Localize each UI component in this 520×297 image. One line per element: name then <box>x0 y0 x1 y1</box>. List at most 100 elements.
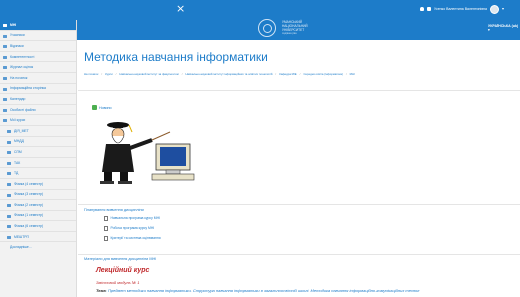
sidebar-item-label[interactable]: Відзнаки <box>10 44 24 48</box>
course-icon <box>7 140 11 144</box>
top-navbar: × Усенко Валентина Валентинівна УМАНСЬКИ… <box>0 0 520 40</box>
university-logo[interactable] <box>258 19 276 37</box>
breadcrumb-item[interactable]: Середня освіта (Інформатика) <box>303 72 342 76</box>
file-icon <box>104 216 108 221</box>
lecture-course-heading: Лекційний курс <box>96 267 150 274</box>
divider <box>78 204 520 205</box>
notifications-icon[interactable] <box>420 7 424 11</box>
nav-icon <box>3 119 7 123</box>
file-icon <box>104 236 108 241</box>
sidebar-item[interactable]: Відзнаки <box>0 41 76 52</box>
sidebar-item-label[interactable]: Фізика (4 семестр) <box>14 182 43 186</box>
sidebar-item[interactable]: МЕШТРП <box>0 232 76 243</box>
sidebar-item[interactable]: Учасники <box>0 31 76 42</box>
sidebar-item[interactable]: Особисті файли <box>0 105 76 116</box>
language-menu[interactable]: УКРАЇНСЬКА (uk) ▾ <box>488 24 520 32</box>
nav-icon <box>3 66 7 70</box>
sidebar-item[interactable]: Фізика (2 семестр) <box>0 200 76 211</box>
sidebar-item-label[interactable]: Фізика (2 семестр) <box>14 203 43 207</box>
resource-link[interactable]: Критерії та система оцінювання <box>104 236 161 241</box>
sidebar-item-label[interactable]: СПМ <box>14 150 22 154</box>
messages-icon[interactable] <box>427 7 431 11</box>
sidebar-item-label[interactable]: Календар <box>10 97 25 101</box>
sidebar-item[interactable]: ТД <box>0 168 76 179</box>
sidebar-item[interactable]: Фізика (6 семестр) <box>0 221 76 232</box>
close-icon[interactable]: × <box>176 3 185 14</box>
sidebar-item[interactable]: СПМ <box>0 147 76 158</box>
sidebar-item[interactable]: Журнал оцінок <box>0 62 76 73</box>
nav-icon <box>3 45 7 49</box>
breadcrumb-separator: / <box>299 72 301 76</box>
sidebar-item-label[interactable]: Особисті файли <box>10 108 35 112</box>
sidebar-item-label[interactable]: Компетентності <box>10 55 34 59</box>
breadcrumb: На початок / Курси / Навчально-науковий інст… <box>84 72 516 76</box>
sidebar-item-label[interactable]: ТАК <box>14 161 20 165</box>
section-title-planning: Планування вивчення дисципліни <box>84 208 144 212</box>
module-label: Змістовий модуль № 1 <box>96 280 140 285</box>
sidebar-item[interactable]: Фізика (3 семестр) <box>0 190 76 201</box>
nav-icon <box>3 98 7 102</box>
breadcrumb-item[interactable]: МНІ <box>350 72 355 76</box>
breadcrumb-separator: / <box>275 72 277 76</box>
resource-link[interactable]: Робоча програма курсу МНІ <box>104 226 154 231</box>
sidebar-item[interactable]: ТАК <box>0 158 76 169</box>
page-title: Методика навчання інформатики <box>84 50 268 64</box>
course-icon <box>7 129 11 133</box>
sidebar-item[interactable]: ДІЯ_МЕТ <box>0 126 76 137</box>
sidebar-item-label[interactable]: Фізика (3 семестр) <box>14 192 43 196</box>
sidebar-item-label[interactable]: МНІ <box>10 23 16 27</box>
sidebar-item-label[interactable]: ДІЯ_МЕТ <box>14 129 29 133</box>
sidebar-item-label[interactable]: МНДД <box>14 139 24 143</box>
sidebar-item-label[interactable]: Учасники <box>10 33 25 37</box>
avatar[interactable] <box>489 4 499 14</box>
sidebar-item[interactable]: МНІ <box>0 20 76 31</box>
breadcrumb-item[interactable]: Курси <box>105 72 113 76</box>
breadcrumb-item[interactable]: Навчально-науковий інститут за факультет… <box>119 72 178 76</box>
course-icon <box>7 161 11 165</box>
course-icon <box>7 182 11 186</box>
resource-link[interactable]: Навчальна програма курсу МНІ <box>104 216 160 221</box>
sidebar-item[interactable]: Фізика (1 семестр) <box>0 211 76 222</box>
nav-icon <box>3 34 7 38</box>
sidebar-more-link[interactable]: Докладніше... <box>0 242 76 252</box>
breadcrumb-separator: / <box>101 72 103 76</box>
breadcrumb-item[interactable]: Навчально-науковий інститут інформаційни… <box>186 72 273 76</box>
sidebar-item-label[interactable]: Мої курси <box>10 118 25 122</box>
teacher-at-computer-illustration <box>100 122 195 184</box>
breadcrumb-item[interactable]: На початок <box>84 72 98 76</box>
sidebar-item[interactable]: Календар <box>0 94 76 105</box>
breadcrumb-item[interactable]: Кафедра МІЕ <box>279 72 296 76</box>
course-icon <box>7 225 11 229</box>
course-icon <box>7 235 11 239</box>
sidebar-item-label[interactable]: ТД <box>14 171 18 175</box>
nav-icon <box>3 76 7 80</box>
sidebar-item[interactable]: Фізика (4 семестр) <box>0 179 76 190</box>
sidebar-item-label[interactable]: Журнал оцінок <box>10 65 33 69</box>
sidebar-item-label[interactable]: МЕШТРП <box>14 235 29 239</box>
sidebar-item-label[interactable]: Інформаційна сторінка <box>10 86 46 90</box>
breadcrumb-separator: / <box>345 72 347 76</box>
sidebar-item-label[interactable]: Фізика (6 семестр) <box>14 224 43 228</box>
sidebar-item[interactable]: МНДД <box>0 137 76 148</box>
sidebar-item[interactable]: Компетентності <box>0 52 76 63</box>
nav-icon <box>3 24 7 27</box>
course-icon <box>7 151 11 155</box>
sidebar: МНІ Учасники Відзнаки Компетентності Журнал … <box>0 20 77 297</box>
sidebar-item-label[interactable]: На початок <box>10 76 27 80</box>
nav-icon <box>3 108 7 112</box>
course-icon <box>7 214 11 218</box>
section-title-materials: Матеріали для вивчення дисципліни МНІ <box>84 257 157 261</box>
sidebar-item[interactable]: Мої курси <box>0 115 76 126</box>
forum-icon <box>92 105 97 110</box>
file-icon <box>104 226 108 231</box>
course-icon <box>7 204 11 208</box>
breadcrumb-separator: / <box>115 72 117 76</box>
sidebar-item[interactable]: Інформаційна сторінка <box>0 84 76 95</box>
news-forum-link[interactable]: Новини <box>92 105 112 110</box>
chevron-down-icon[interactable] <box>501 8 504 10</box>
user-name[interactable]: Усенко Валентина Валентинівна <box>434 7 487 11</box>
sidebar-item-label[interactable]: Фізика (1 семестр) <box>14 213 43 217</box>
nav-icon <box>3 55 7 59</box>
sidebar-item[interactable]: На початок <box>0 73 76 84</box>
user-menu[interactable]: Усенко Валентина Валентинівна <box>420 3 504 15</box>
